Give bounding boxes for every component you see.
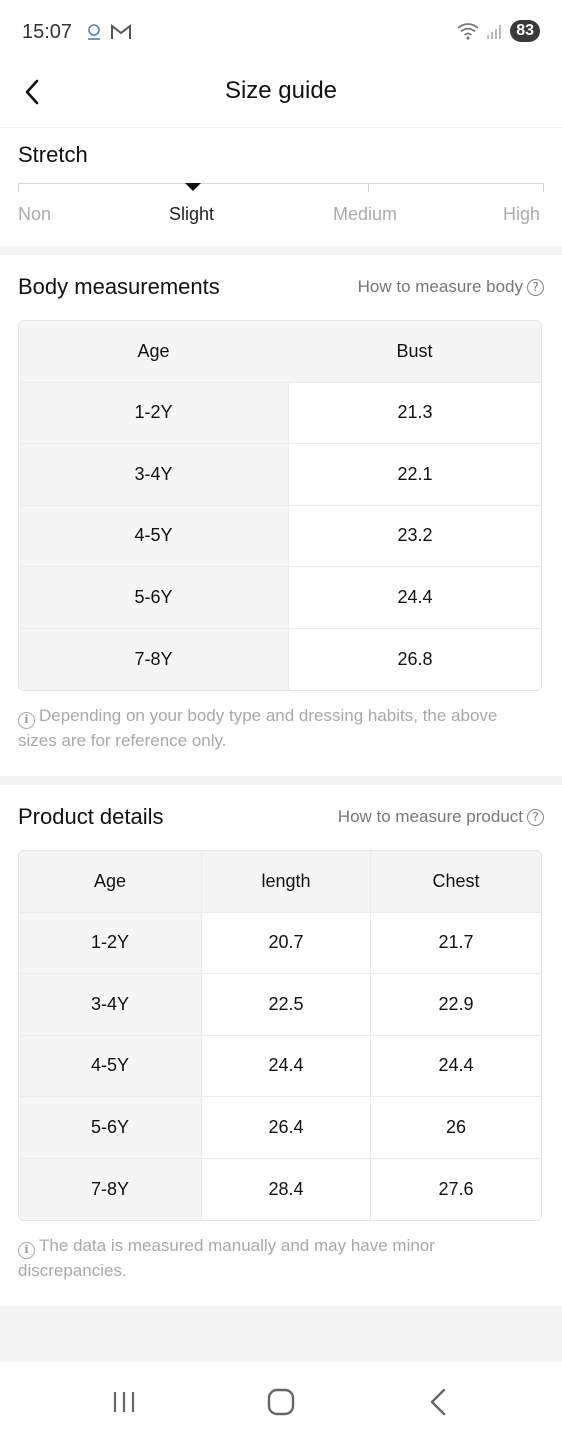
age-cell: 1-2Y <box>19 382 288 444</box>
bust-cell: 24.4 <box>288 567 541 629</box>
body-measurements-title: Body measurements <box>18 274 220 299</box>
table-row: 1-2Y 21.3 <box>19 382 541 444</box>
notification-icons <box>84 22 132 42</box>
length-cell: 22.5 <box>201 974 370 1036</box>
page-title: Size guide <box>224 77 338 104</box>
stretch-scale-line <box>18 183 544 184</box>
table-row: 5-6Y 26.4 26 <box>19 1097 541 1159</box>
column-header: Bust <box>288 321 541 383</box>
age-cell: 4-5Y <box>19 1035 201 1097</box>
age-cell: 5-6Y <box>19 1097 201 1159</box>
table-header-row: Age Bust <box>19 321 541 383</box>
battery-indicator: 83 <box>510 20 540 42</box>
how-to-measure-product-link[interactable]: How to measure product ? <box>338 807 544 827</box>
product-details-title: Product details <box>18 804 164 829</box>
product-details-note-text: The data is measured manually and may ha… <box>18 1236 435 1280</box>
chest-cell: 22.9 <box>370 974 541 1036</box>
app-header: Size guide <box>0 64 562 128</box>
gmail-icon <box>111 23 131 39</box>
chest-cell: 21.7 <box>370 912 541 974</box>
stretch-selected-marker <box>185 183 201 191</box>
chest-cell: 24.4 <box>370 1035 541 1097</box>
home-button[interactable] <box>261 1384 301 1420</box>
info-circle-icon: i <box>18 711 35 729</box>
table-row: 7-8Y 26.8 <box>19 628 541 690</box>
stretch-level-medium: Medium <box>333 204 398 224</box>
status-bar: 15:07 83 <box>0 0 562 64</box>
body-measurements-note: i Depending on your body type and dressin… <box>18 704 538 753</box>
table-row: 3-4Y 22.5 22.9 <box>19 974 541 1036</box>
home-icon <box>267 1388 295 1416</box>
table-row: 4-5Y 24.4 24.4 <box>19 1035 541 1097</box>
status-time: 15:07 <box>22 21 73 43</box>
age-cell: 7-8Y <box>19 1158 201 1220</box>
back-icon <box>430 1388 446 1416</box>
system-navigation-bar <box>0 1362 562 1440</box>
bust-cell: 26.8 <box>288 628 541 690</box>
column-header: length <box>201 851 370 913</box>
section-divider <box>0 776 562 785</box>
how-to-measure-body-link[interactable]: How to measure body ? <box>358 277 544 297</box>
bust-cell: 23.2 <box>288 505 541 567</box>
column-header: Chest <box>370 851 541 913</box>
stretch-level-non: Non <box>18 204 52 224</box>
age-cell: 4-5Y <box>19 505 288 567</box>
product-details-table: Age length Chest 1-2Y 20.7 21.7 3-4Y 22.… <box>18 850 542 1221</box>
stretch-title: Stretch <box>18 142 88 167</box>
recent-apps-icon <box>113 1392 135 1412</box>
table-row: 7-8Y 28.4 27.6 <box>19 1158 541 1220</box>
stretch-tick <box>18 183 19 192</box>
table-row: 4-5Y 23.2 <box>19 505 541 567</box>
size-guide-page: 15:07 83 Size guide Stretch Non Slight M… <box>0 0 562 1440</box>
table-row: 5-6Y 24.4 <box>19 567 541 629</box>
signal-icon <box>487 25 502 39</box>
age-cell: 7-8Y <box>19 628 288 690</box>
info-circle-icon: i <box>18 1241 35 1259</box>
bust-cell: 22.1 <box>288 444 541 506</box>
question-circle-icon: ? <box>527 278 544 296</box>
length-cell: 20.7 <box>201 912 370 974</box>
wifi-icon <box>457 23 479 40</box>
section-divider <box>0 246 562 255</box>
length-cell: 26.4 <box>201 1097 370 1159</box>
table-row: 1-2Y 20.7 21.7 <box>19 912 541 974</box>
how-to-measure-body-label: How to measure body <box>357 277 523 296</box>
body-measurements-table: Age Bust 1-2Y 21.3 3-4Y 22.1 4-5Y 23.2 5… <box>18 320 542 691</box>
question-circle-icon: ? <box>527 808 544 826</box>
table-row: 3-4Y 22.1 <box>19 444 541 506</box>
stretch-level-slight: Slight <box>169 204 215 224</box>
age-cell: 3-4Y <box>19 444 288 506</box>
body-measurements-note-text: Depending on your body type and dressing… <box>18 706 498 750</box>
stretch-section: Stretch Non Slight Medium High <box>0 130 562 246</box>
age-cell: 3-4Y <box>19 974 201 1036</box>
stretch-tick <box>543 183 544 192</box>
bottom-spacer <box>0 1306 562 1362</box>
length-cell: 28.4 <box>201 1158 370 1220</box>
recent-apps-button[interactable] <box>104 1384 144 1420</box>
system-icons: 83 <box>456 20 540 42</box>
age-cell: 5-6Y <box>19 567 288 629</box>
column-header: Age <box>19 851 201 913</box>
length-cell: 24.4 <box>201 1035 370 1097</box>
table-header-row: Age length Chest <box>19 851 541 913</box>
system-back-button[interactable] <box>418 1384 458 1420</box>
how-to-measure-product-label: How to measure product <box>337 807 523 826</box>
stretch-level-high: High <box>503 204 541 224</box>
weather-icon <box>88 24 100 40</box>
chest-cell: 27.6 <box>370 1158 541 1220</box>
chest-cell: 26 <box>370 1097 541 1159</box>
age-cell: 1-2Y <box>19 912 201 974</box>
column-header: Age <box>19 321 288 383</box>
stretch-tick <box>368 183 369 192</box>
product-details-note: i The data is measured manually and may h… <box>18 1234 538 1283</box>
bust-cell: 21.3 <box>288 382 541 444</box>
